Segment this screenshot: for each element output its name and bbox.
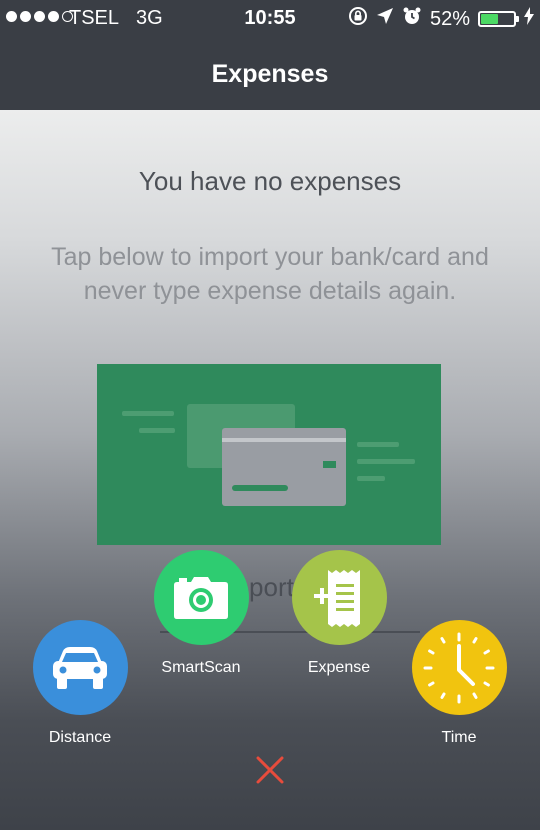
expense-label: Expense	[307, 659, 371, 676]
close-button[interactable]	[250, 750, 290, 790]
smartscan-circle[interactable]	[153, 550, 249, 645]
smartscan-button[interactable]: SmartScan	[131, 550, 271, 677]
status-bar: TSEL 3G 10:55 52%	[0, 0, 540, 38]
charging-icon	[524, 7, 534, 31]
bank-card-illustration	[97, 364, 441, 545]
battery-percentage: 52%	[429, 7, 470, 30]
smartscan-label: SmartScan	[161, 659, 241, 676]
time-circle[interactable]	[411, 620, 507, 715]
battery-icon	[478, 11, 519, 27]
empty-state-overlay: You have no expenses Tap below to import…	[0, 110, 540, 830]
receipt-plus-icon	[314, 569, 360, 627]
navigation-bar: Expenses	[0, 38, 540, 110]
empty-state-subtitle: Tap below to import your bank/card and n…	[51, 243, 489, 305]
time-label: Time	[441, 729, 477, 746]
page-title: Expenses	[211, 59, 329, 88]
location-arrow-icon	[376, 7, 394, 31]
credit-card-icon	[222, 428, 346, 506]
car-icon	[53, 646, 107, 689]
camera-icon	[174, 576, 228, 619]
alarm-icon	[402, 6, 422, 32]
distance-label: Distance	[48, 729, 112, 746]
distance-circle[interactable]	[32, 620, 128, 715]
clock-icon	[423, 632, 495, 703]
expense-button[interactable]: Expense	[269, 550, 409, 677]
time-button[interactable]: Time	[389, 620, 529, 747]
distance-button[interactable]: Distance	[10, 620, 150, 747]
close-icon	[256, 756, 284, 784]
rotation-lock-icon	[348, 6, 368, 32]
empty-state-title: You have no expenses	[138, 166, 402, 196]
expense-circle[interactable]	[291, 550, 387, 645]
